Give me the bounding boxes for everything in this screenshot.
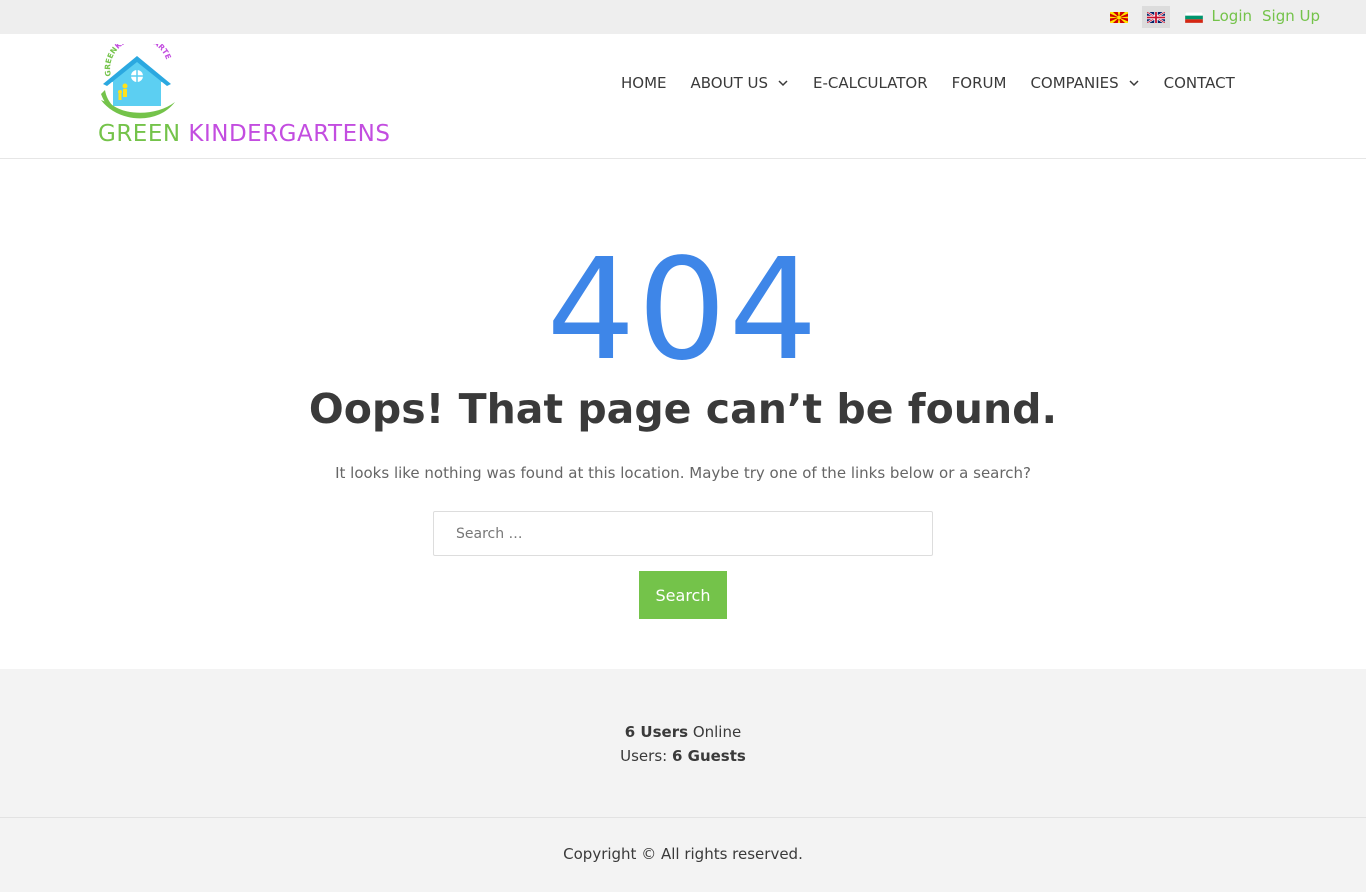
site-title-kindergartens: KINDERGARTENS <box>188 121 391 147</box>
nav-companies[interactable]: COMPANIES <box>1030 74 1139 92</box>
nav-contact[interactable]: CONTACT <box>1164 74 1235 92</box>
language-mk[interactable] <box>1100 6 1137 28</box>
chevron-down-icon <box>1129 80 1139 87</box>
online-users-line: 6 Users Online <box>0 720 1366 744</box>
guests-line: Users: 6 Guests <box>0 744 1366 768</box>
nav-forum-label: FORUM <box>951 74 1007 92</box>
site-title[interactable]: GREEN KINDERGARTENS <box>98 121 390 147</box>
macedonia-flag-icon <box>1109 11 1128 23</box>
language-switcher <box>1100 6 1212 28</box>
search-input[interactable] <box>433 511 933 556</box>
nav-contact-label: CONTACT <box>1163 74 1235 92</box>
error-heading: Oops! That page can’t be found. <box>308 385 1058 433</box>
online-users-widget: 6 Users Online Users: 6 Guests <box>0 720 1366 768</box>
site-header: GREENKINDERGARTENS GREEN KINDERGARTENS H… <box>0 34 1366 159</box>
nav-about-us[interactable]: ABOUT US <box>691 74 790 92</box>
nav-e-calculator-label: E-CALCULATOR <box>813 74 928 92</box>
guests-count: 6 Guests <box>671 747 746 765</box>
bulgaria-flag-icon <box>1184 11 1203 23</box>
nav-e-calculator[interactable]: E-CALCULATOR <box>813 74 928 92</box>
copyright-text: Copyright © All rights reserved. <box>563 845 803 863</box>
top-bar: Login Sign Up <box>0 0 1366 34</box>
nav-companies-label: COMPANIES <box>1030 74 1119 92</box>
uk-flag-icon <box>1147 11 1165 23</box>
language-bg[interactable] <box>1175 6 1212 28</box>
nav-forum[interactable]: FORUM <box>952 74 1007 92</box>
language-en[interactable] <box>1142 6 1170 28</box>
online-users-count: 6 Users <box>624 723 689 741</box>
footer-divider <box>0 817 1366 818</box>
main-nav: HOME ABOUT US E-CALCULATOR FORUM COMPANI… <box>621 74 1235 92</box>
error-description: It looks like nothing was found at this … <box>335 464 1031 482</box>
site-logo[interactable]: GREENKINDERGARTENS <box>97 44 179 124</box>
chevron-down-icon <box>778 80 788 87</box>
error-code: 404 <box>546 229 820 392</box>
nav-about-us-label: ABOUT US <box>690 74 769 92</box>
site-title-green: GREEN <box>98 121 181 147</box>
signup-link[interactable]: Sign Up <box>1262 7 1320 25</box>
login-link[interactable]: Login <box>1212 7 1252 25</box>
nav-home-label: HOME <box>621 74 667 92</box>
users-label: Users: <box>620 747 668 765</box>
site-footer: 6 Users Online Users: 6 Guests Copyright… <box>0 669 1366 892</box>
online-label: Online <box>692 723 742 741</box>
nav-home[interactable]: HOME <box>621 74 667 92</box>
account-links: Login Sign Up <box>1212 7 1320 25</box>
search-button[interactable]: Search <box>639 571 727 619</box>
